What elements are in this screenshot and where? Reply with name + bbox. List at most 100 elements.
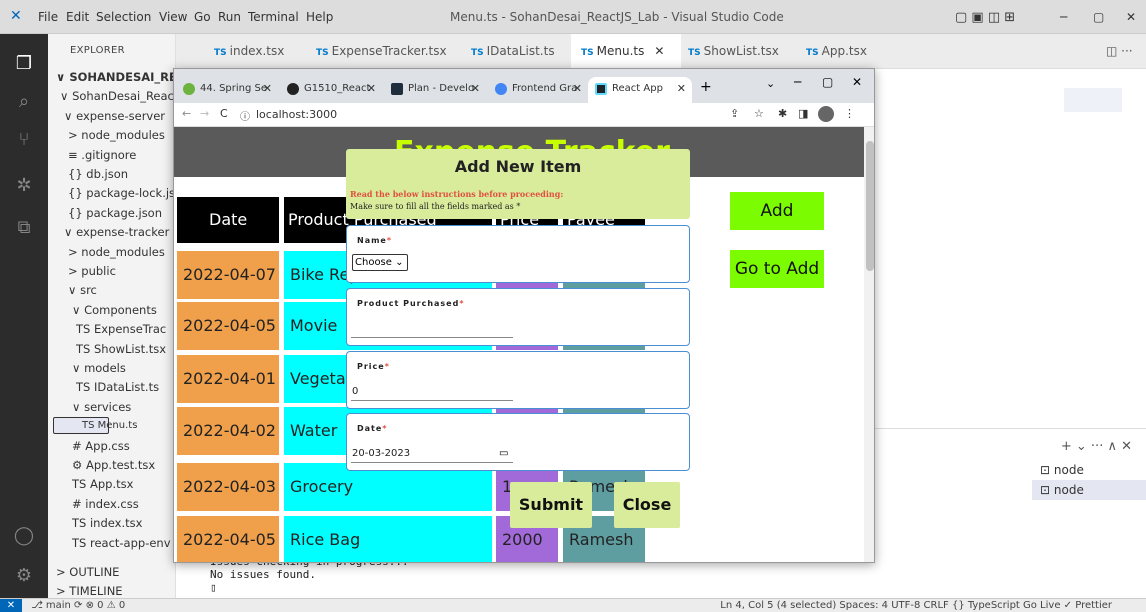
new-tab-button[interactable]: + [700,79,712,95]
tree-item[interactable]: > public [48,262,175,281]
menu-run[interactable]: Run [218,10,241,24]
tree-item[interactable]: ∨ models [48,359,175,378]
menu-view[interactable]: View [159,10,187,24]
tab-index-tsx[interactable]: TS index.tsx [204,34,310,69]
bookmark-star-icon[interactable]: ☆ [754,107,764,120]
terminal-node-1[interactable]: ⊡ node [1032,460,1146,480]
profile-avatar[interactable] [818,106,834,122]
run-debug-icon[interactable]: ✲ [12,174,36,198]
tree-item[interactable]: # App.css [48,437,175,456]
tab-idatalist-ts[interactable]: TS IDataList.ts [461,34,571,69]
close-window-button[interactable]: ✕ [1126,10,1136,24]
extensions-puzzle-icon[interactable]: ✱ [778,107,787,120]
menu-selection[interactable]: Selection [96,10,151,24]
tree-item[interactable]: TS App.tsx [48,475,175,494]
tree-item[interactable]: ∨ Components [48,301,175,320]
status-right[interactable]: Ln 4, Col 5 (4 selected) Spaces: 4 UTF-8… [720,599,1112,612]
site-info-icon[interactable]: ⓘ [240,108,250,123]
address-bar[interactable]: localhost:3000 [256,108,337,121]
account-icon[interactable]: ◯ [12,524,36,548]
scrollbar-thumb[interactable] [866,141,874,271]
back-icon[interactable]: ← [182,107,191,120]
tab-showlist-tsx[interactable]: TS ShowList.tsx [678,34,798,69]
minimize-button[interactable]: ─ [1060,10,1067,24]
tree-item[interactable]: ⚙ App.test.tsx [48,456,175,475]
tree-item[interactable]: TS Menu.ts [53,417,137,435]
tree-item[interactable]: ∨ services [48,398,175,417]
go-to-add-button[interactable]: Go to Add [730,250,824,288]
tree-item[interactable]: TS index.tsx [48,514,175,533]
share-icon[interactable]: ⇪ [730,107,739,120]
chrome-tab-github[interactable]: G1510_React ✕ [280,77,382,103]
tree-item[interactable]: ∨ SohanDesai_React [48,87,175,106]
calendar-icon[interactable]: ▭ [499,448,508,459]
chrome-tab-plan[interactable]: Plan - Develo ✕ [384,77,486,103]
tree-item[interactable]: TS ExpenseTrac [48,320,175,339]
terminal-node-2[interactable]: ⊡ node [1032,480,1146,500]
tree-item[interactable]: ≡ .gitignore [48,146,175,165]
remote-icon[interactable]: ✕ [0,599,22,612]
tree-item[interactable]: TS IDataList.ts [48,378,175,397]
close-tab-icon[interactable]: ✕ [573,77,582,101]
source-control-icon[interactable]: ⑂ [12,128,36,152]
tree-item[interactable]: {} db.json [48,165,175,184]
close-button[interactable]: Close [614,482,680,528]
menu-file[interactable]: File [38,10,58,24]
page-scrollbar[interactable] [864,127,874,562]
menu-edit[interactable]: Edit [66,10,89,24]
tree-item[interactable]: > OUTLINE [48,563,175,582]
chrome-minimize-button[interactable]: ─ [794,75,801,89]
explorer-icon[interactable]: ❐ [12,52,36,76]
tree-item[interactable]: ∨ expense-tracker [48,223,175,242]
close-tab-icon[interactable]: ✕ [367,77,376,101]
tab-search-icon[interactable]: ⌄ [766,77,775,90]
tab-app-tsx[interactable]: TS App.tsx [796,34,896,69]
tab-menu-ts[interactable]: TS Menu.ts ✕ [571,34,681,69]
menu-terminal[interactable]: Terminal [248,10,299,24]
close-tab-icon[interactable]: ✕ [263,77,272,101]
maximize-button[interactable]: ▢ [1093,10,1104,24]
tree-item[interactable]: > node_modules [48,126,175,145]
split-editor-icon[interactable]: ◫ ··· [1096,34,1144,69]
minimap[interactable] [1064,88,1122,112]
chrome-tab-google[interactable]: Frontend Gra ✕ [488,77,588,103]
status-left[interactable]: ⎇ main ⟳ ⊗ 0 ⚠ 0 [31,600,125,611]
chrome-tab-spring[interactable]: 44. Spring Se ✕ [176,77,278,103]
settings-gear-icon[interactable]: ⚙ [12,564,36,588]
extensions-icon[interactable]: ⧉ [12,216,36,240]
name-select[interactable]: Choose ⌄ [352,254,408,271]
tree-item[interactable]: TS react-app-env [48,534,175,553]
product-input[interactable] [352,323,514,337]
menu-go[interactable]: Go [194,10,211,24]
layout-icons[interactable]: ▢ ▣ ◫ ⊞ [955,10,1015,25]
menu-help[interactable]: Help [306,10,333,24]
tree-item[interactable]: ∨ SOHANDESAI_REACTJS [48,68,175,87]
tree-item[interactable]: TS ShowList.tsx [48,340,175,359]
submit-button[interactable]: Submit [510,482,592,528]
tree-item[interactable]: {} package.json [48,204,175,223]
date-input[interactable]: 20-03-2023 [352,448,410,459]
explorer-sidebar: EXPLORER ∨ SOHANDESAI_REACTJS∨ SohanDesa… [48,34,176,598]
chrome-menu-icon[interactable]: ⋮ [844,107,855,120]
tree-item[interactable]: > TIMELINE [48,582,175,598]
forward-icon[interactable]: → [200,107,209,120]
search-icon[interactable]: ⌕ [12,90,36,114]
price-input[interactable]: 0 [352,386,358,397]
chrome-close-button[interactable]: ✕ [852,75,862,89]
terminal-actions[interactable]: + ⌄ ··· ∧ ✕ [1061,439,1132,454]
tab-expensetracker-tsx[interactable]: TS ExpenseTracker.tsx [306,34,456,69]
tree-item[interactable]: # index.css [48,495,175,514]
tree-item[interactable]: ∨ expense-server [48,107,175,126]
chrome-tab-react-app[interactable]: React App ✕ [588,77,692,103]
sidepanel-icon[interactable]: ◨ [798,107,808,120]
close-tab-icon[interactable]: ✕ [654,44,664,58]
chrome-maximize-button[interactable]: ▢ [822,75,833,89]
tree-item[interactable]: {} package-lock.js [48,184,175,203]
terminal-list: ⊡ node ⊡ node [1032,460,1146,510]
close-tab-icon[interactable]: ✕ [677,77,686,101]
reload-icon[interactable]: C [220,107,228,120]
close-tab-icon[interactable]: ✕ [471,77,480,101]
tree-item[interactable]: > node_modules [48,243,175,262]
tree-item[interactable]: ∨ src [48,281,175,300]
add-button[interactable]: Add [730,192,824,230]
